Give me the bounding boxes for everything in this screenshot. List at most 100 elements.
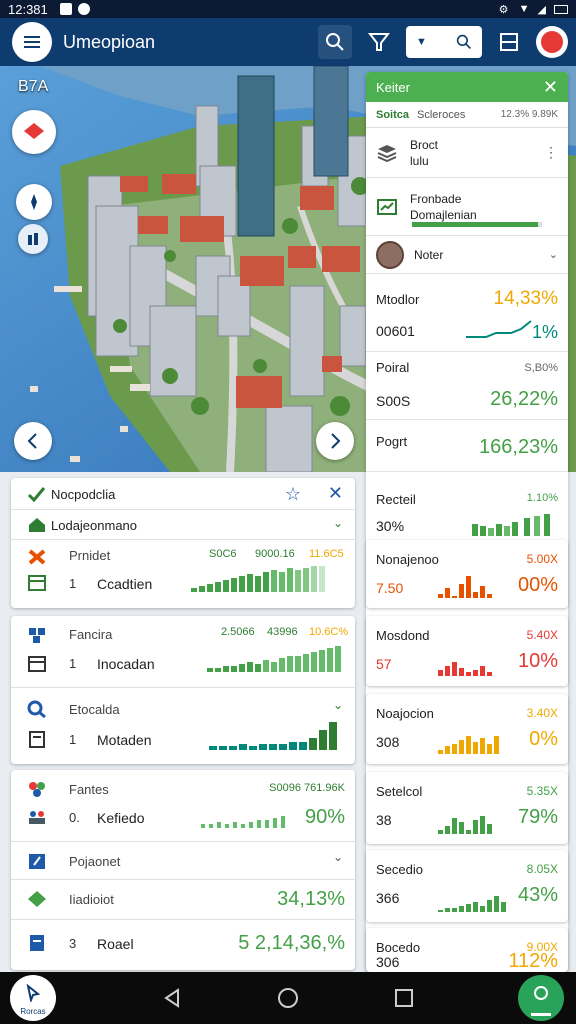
bar-sparkline <box>207 646 341 672</box>
spark-bar <box>480 666 485 676</box>
chevron-down-icon[interactable]: ⌄ <box>549 248 558 261</box>
metric-big: 10% <box>517 650 558 672</box>
spark-bar <box>438 670 443 676</box>
recents-icon[interactable] <box>392 986 416 1010</box>
metric-value: 7.50 <box>376 580 404 596</box>
layer-toggle-button[interactable] <box>12 110 56 154</box>
spark-bar <box>473 820 478 834</box>
chevron-down-icon[interactable]: ⌄ <box>333 698 343 712</box>
metric-title: Setelcol <box>376 784 423 799</box>
row-index: 3 <box>69 936 77 951</box>
menu-button[interactable] <box>12 22 52 62</box>
spark-bar <box>473 902 478 912</box>
search-button[interactable] <box>318 25 352 59</box>
secondary-action-button[interactable] <box>518 975 564 1021</box>
card-row[interactable]: Pojaonet ⌄ <box>11 842 355 880</box>
stat-percent: 14,33% <box>493 288 558 309</box>
chevron-down-icon[interactable]: ⌄ <box>333 516 343 530</box>
panel-item-layers[interactable]: Broct lulu ⋮ <box>366 128 568 178</box>
metric-card[interactable]: Mosdond 5.40X 57 10% <box>366 616 568 686</box>
spark-bar <box>466 672 471 676</box>
metric-title: Nonajenoo <box>376 552 439 567</box>
bar-sparkline <box>472 514 550 536</box>
panel-item-progress[interactable]: Fronbade Domajlenian <box>366 178 568 236</box>
row-label: Motaden <box>97 732 152 748</box>
cursor-icon <box>26 984 41 1002</box>
spark-bar <box>438 594 443 598</box>
indicator-line <box>531 1013 551 1016</box>
star-icon[interactable]: ☆ <box>285 484 301 505</box>
bar-sparkline <box>201 816 285 828</box>
home-icon[interactable] <box>276 986 300 1010</box>
card-row[interactable]: 3 Roael 5 2,14,36,% <box>11 920 355 970</box>
spark-bar <box>494 736 499 754</box>
spark-bar <box>445 826 450 834</box>
spark-bar <box>487 672 492 676</box>
close-icon[interactable]: ✕ <box>543 77 558 98</box>
row-index: 1 <box>69 732 77 747</box>
status-icons: ⚙ ▼ ◢ <box>499 3 568 16</box>
card-row[interactable]: Etocalda ⌄ 1 Motaden <box>11 688 355 764</box>
metric-card[interactable]: Bocedo 9.00X 306 112% <box>366 928 568 972</box>
metric-card[interactable]: Nonajenoo 5.00X 7.50 00% <box>366 540 568 608</box>
cursor-icon <box>29 854 45 869</box>
location-search-box[interactable]: ▼ <box>406 26 482 58</box>
cubes-icon <box>29 628 45 643</box>
row-metric: 10.6C% <box>309 626 349 638</box>
card-subheader[interactable]: Lodajeonmano ⌄ <box>11 510 355 540</box>
metric-title: Bocedo <box>376 940 421 955</box>
more-icon[interactable]: ⋮ <box>544 144 558 161</box>
bar-sparkline <box>438 736 499 754</box>
filter-button[interactable] <box>362 25 396 59</box>
user-row[interactable]: Noter ⌄ <box>366 236 568 274</box>
back-icon[interactable] <box>160 986 184 1010</box>
card-row[interactable]: Fantes S0096 761.96K 0. Kefiedo 90% <box>11 770 355 842</box>
spark-bar <box>487 744 492 754</box>
panel-subheader: Soitca Scleroces 12.3% 9.89K <box>366 102 568 128</box>
card-row[interactable]: Iiadioiot 34,13% <box>11 880 355 920</box>
profile-button[interactable] <box>536 26 568 58</box>
row-metric: S0C6 <box>209 548 237 560</box>
layers-icon <box>24 123 44 139</box>
filter-icon <box>367 33 391 51</box>
layout-button[interactable] <box>492 25 526 59</box>
metric-small: 5.35X <box>526 784 558 798</box>
status-bar: 12:381 ⚙ ▼ ◢ <box>0 0 576 18</box>
metric-big: 0% <box>529 728 558 750</box>
tools-icon <box>28 549 46 565</box>
panel-item-title: Fronbade <box>410 191 462 206</box>
back-button[interactable] <box>14 422 52 460</box>
next-button[interactable] <box>316 422 354 460</box>
progress-fill <box>412 222 539 227</box>
metric-title: Secedio <box>376 862 423 877</box>
metric-card[interactable]: Noajocion 3.40X 308 0% <box>366 694 568 764</box>
primary-action-button[interactable]: Rorcas <box>10 975 56 1021</box>
spark-bar <box>487 824 492 834</box>
card-row[interactable]: Fancira 2.5066 43996 10.6C% 1 Inocadan <box>11 616 355 688</box>
spark-bar <box>445 908 450 912</box>
row-label: Pojaonet <box>69 854 121 869</box>
diamond-icon <box>28 891 46 907</box>
card-subtitle: Lodajeonmano <box>51 518 138 533</box>
spark-bar <box>459 584 464 598</box>
bar-sparkline <box>438 816 492 834</box>
avatar <box>376 240 404 269</box>
card-overview: Nocpodclia ☆ ✕ Lodajeonmano ⌄ Prnidet S0… <box>11 478 355 608</box>
panel-item-subtitle: Domajlenian <box>410 207 477 222</box>
row-label: Iiadioiot <box>69 892 114 907</box>
checklist-icon <box>27 487 46 503</box>
compass-button[interactable] <box>16 184 52 220</box>
row-label: Etocalda <box>69 702 120 717</box>
stat-value: 30% <box>376 518 405 534</box>
card-funds: Fantes S0096 761.96K 0. Kefiedo 90% Poja… <box>11 770 355 970</box>
metric-card[interactable]: Secedio 8.05X 366 43% <box>366 850 568 922</box>
app-title: Umeopioan <box>63 31 156 52</box>
3d-view-button[interactable] <box>18 224 48 254</box>
row-index: 1 <box>69 656 77 671</box>
chevron-right-icon <box>331 433 341 449</box>
metric-card[interactable]: Setelcol 5.35X 38 79% <box>366 772 568 844</box>
pinwheel-icon <box>29 782 45 797</box>
chevron-down-icon[interactable]: ⌄ <box>333 850 343 864</box>
close-icon[interactable]: ✕ <box>328 483 343 504</box>
card-row[interactable]: Prnidet S0C6 9000.16 11.6C5 1 Ccadtien <box>11 540 355 606</box>
